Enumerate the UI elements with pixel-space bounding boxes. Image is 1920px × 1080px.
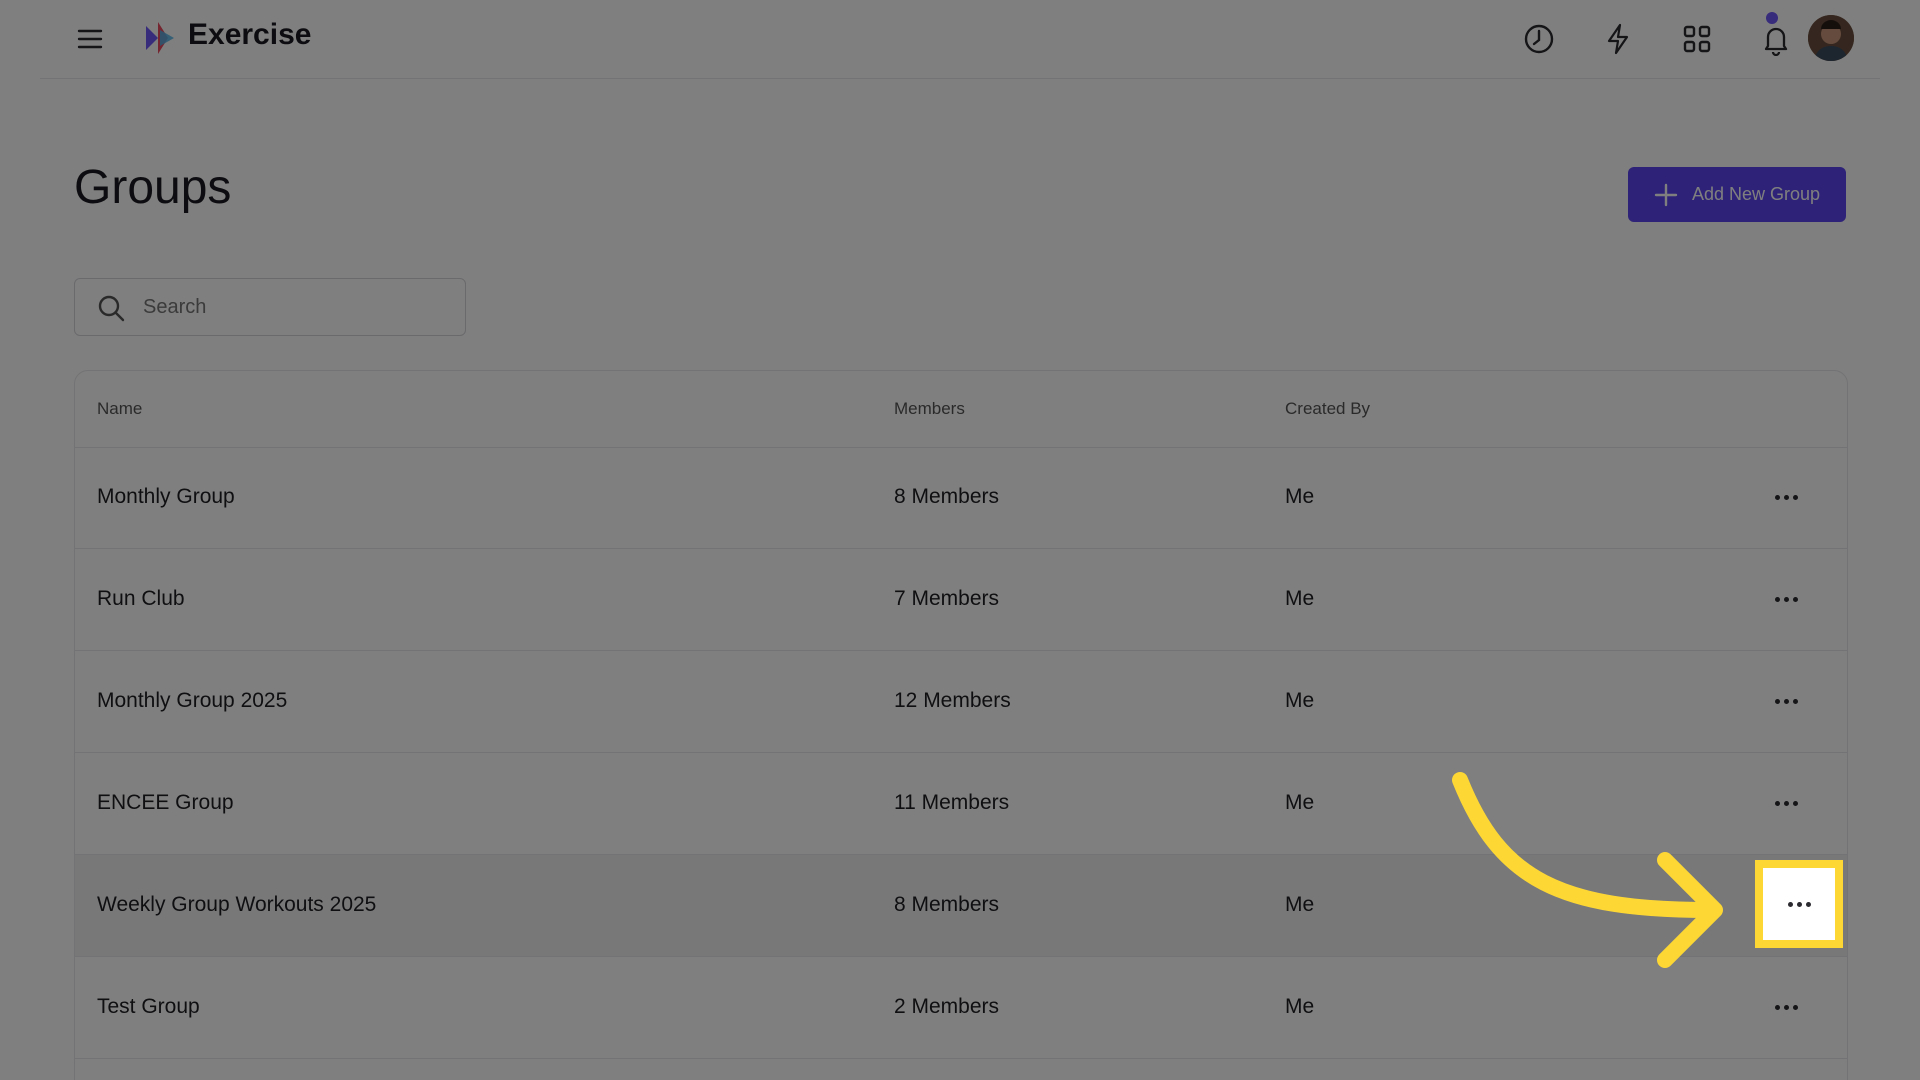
- row-menu-button-highlighted[interactable]: [1755, 860, 1843, 948]
- column-header-created-by[interactable]: Created By: [1285, 399, 1370, 419]
- more-horizontal-icon[interactable]: [1763, 577, 1809, 621]
- table-row[interactable]: Monthly Group 8 Members Me: [75, 447, 1847, 549]
- app-window: Exercise Groups Add New Group Search Nam…: [40, 0, 1880, 1080]
- group-name: ENCEE Group: [97, 791, 234, 814]
- bell-icon[interactable]: [1759, 22, 1793, 56]
- group-members: 8 Members: [894, 893, 1000, 916]
- more-horizontal-icon[interactable]: [1763, 679, 1809, 723]
- more-horizontal-icon[interactable]: [1763, 475, 1809, 519]
- group-name: Monthly Group 2025: [97, 689, 288, 712]
- group-name: Monthly Group: [97, 485, 235, 508]
- grid-icon[interactable]: [1680, 22, 1714, 56]
- page-title: Groups: [74, 161, 232, 214]
- group-name: Test Group: [97, 995, 200, 1018]
- top-bar: Exercise: [40, 0, 1880, 79]
- hamburger-icon[interactable]: [76, 25, 104, 53]
- group-created-by: Me: [1285, 791, 1315, 814]
- group-created-by: Me: [1285, 587, 1315, 610]
- column-header-members[interactable]: Members: [894, 399, 965, 419]
- table-row[interactable]: Run Club 7 Members Me: [75, 549, 1847, 651]
- add-new-group-button[interactable]: Add New Group: [1628, 167, 1846, 222]
- more-horizontal-icon[interactable]: [1763, 985, 1809, 1029]
- table-header: Name Members Created By: [75, 371, 1847, 448]
- avatar[interactable]: [1808, 15, 1854, 61]
- group-members: 2 Members: [894, 995, 1000, 1018]
- search-icon: [98, 295, 125, 322]
- plus-icon: [1654, 183, 1678, 206]
- table-row[interactable]: Monthly Group 2025 12 Members Me: [75, 651, 1847, 753]
- clock-icon[interactable]: [1522, 22, 1556, 56]
- group-members: 12 Members: [894, 689, 1011, 712]
- column-header-name[interactable]: Name: [97, 399, 142, 419]
- more-horizontal-icon[interactable]: [1763, 781, 1809, 825]
- group-created-by: Me: [1285, 689, 1315, 712]
- group-members: 11 Members: [894, 791, 1010, 814]
- table-row[interactable]: Test Group 2 Members Me: [75, 957, 1847, 1059]
- app-logo: [146, 22, 174, 54]
- group-created-by: Me: [1285, 893, 1315, 916]
- group-members: 7 Members: [894, 587, 1000, 610]
- group-name: Run Club: [97, 587, 185, 610]
- group-name: Weekly Group Workouts 2025: [97, 893, 377, 916]
- notification-dot: [1766, 12, 1778, 24]
- table-row[interactable]: ENCEE Group 11 Members Me: [75, 753, 1847, 855]
- lightning-icon[interactable]: [1601, 22, 1635, 56]
- group-created-by: Me: [1285, 995, 1315, 1018]
- search-input[interactable]: [141, 289, 445, 325]
- group-created-by: Me: [1285, 485, 1315, 508]
- groups-table: Name Members Created By Monthly Group 8 …: [74, 370, 1848, 1080]
- avatar-image: [1808, 15, 1854, 61]
- search-box[interactable]: [74, 278, 466, 336]
- app-title: Exercise: [188, 18, 312, 51]
- table-row-highlighted[interactable]: Weekly Group Workouts 2025 8 Members Me: [75, 855, 1847, 957]
- add-new-group-label: Add New Group: [1691, 184, 1821, 204]
- group-members: 8 Members: [894, 485, 1000, 508]
